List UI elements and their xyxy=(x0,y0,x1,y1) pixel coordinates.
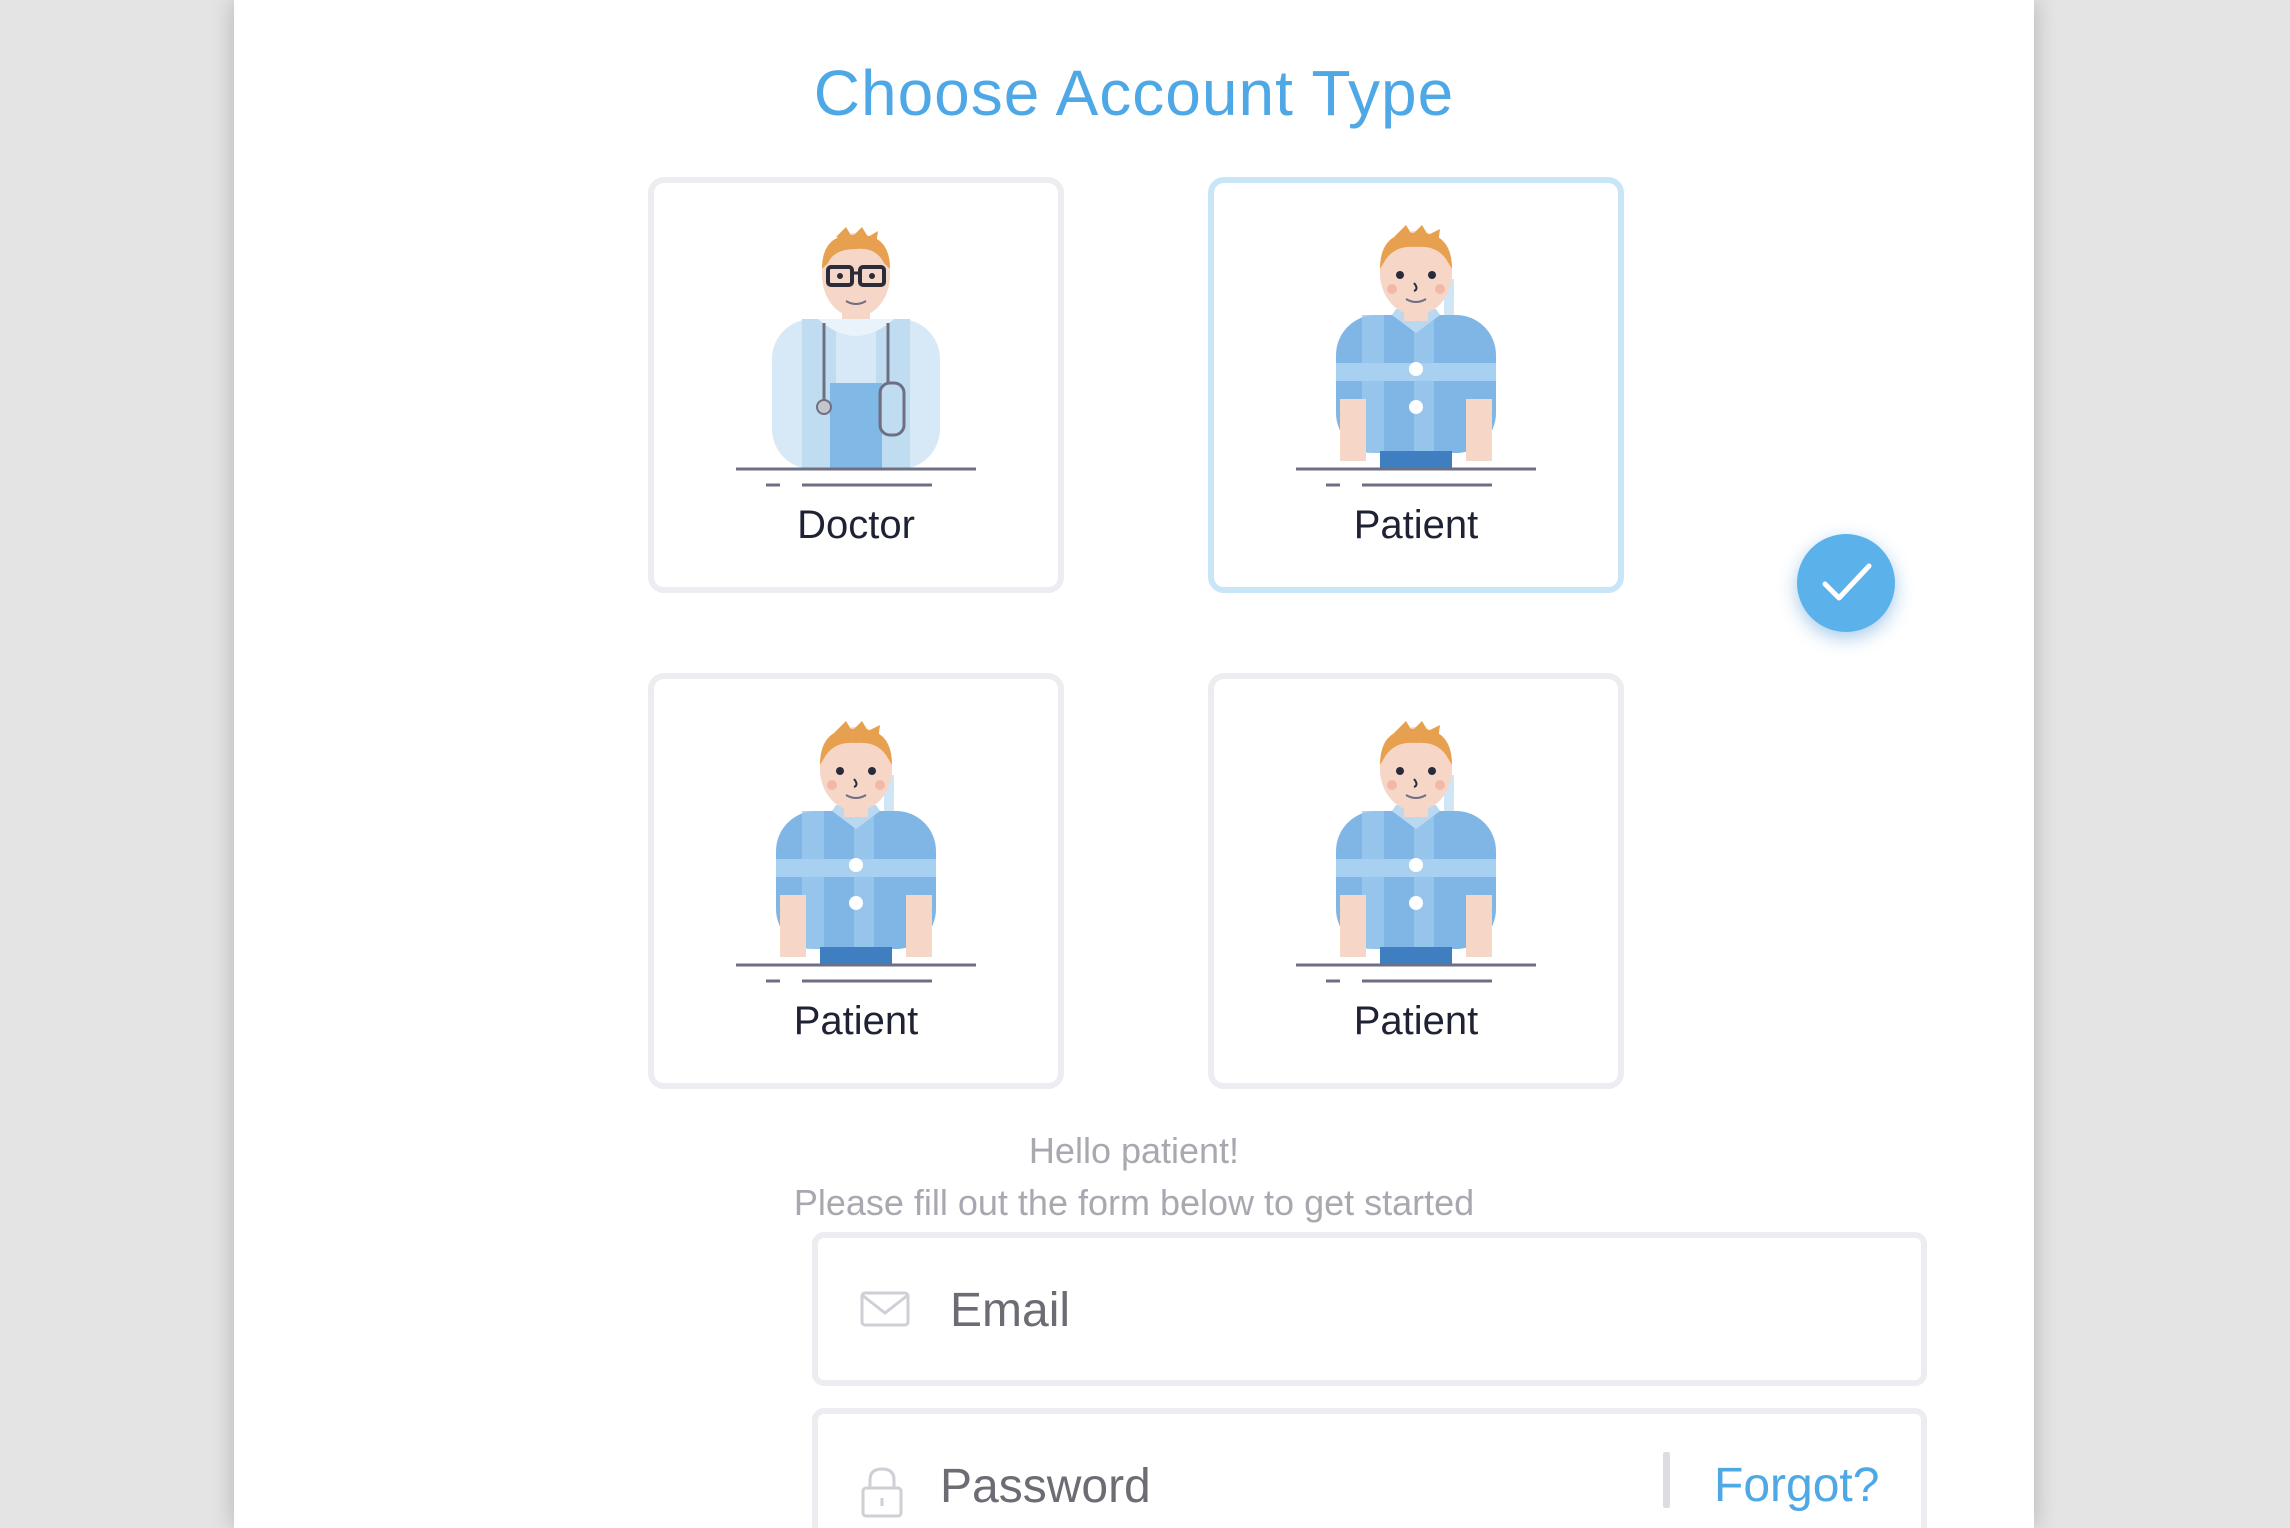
account-type-label: Patient xyxy=(1353,999,1479,1043)
selected-checkmark-badge xyxy=(1797,534,1895,632)
patient-illustration xyxy=(1296,721,1536,983)
account-type-label: Patient xyxy=(793,999,919,1043)
patient-illustration xyxy=(736,721,976,983)
account-type-patient[interactable]: Patient xyxy=(648,673,1064,1089)
signup-card: Choose Account Type Doctor Patient Patie… xyxy=(234,0,2034,1528)
account-type-doctor[interactable]: Doctor xyxy=(648,177,1064,593)
lock-icon xyxy=(861,1467,903,1518)
doctor-illustration xyxy=(736,227,976,487)
email-field[interactable] xyxy=(812,1232,1927,1386)
forgot-password-link[interactable]: Forgot? xyxy=(1714,1458,1879,1513)
account-type-patient-selected[interactable]: Patient xyxy=(1208,177,1624,593)
checkmark-icon xyxy=(1822,563,1872,601)
account-type-patient[interactable]: Patient xyxy=(1208,673,1624,1089)
account-type-label: Patient xyxy=(1353,503,1479,547)
password-input[interactable] xyxy=(938,1448,1642,1524)
email-input[interactable] xyxy=(948,1272,1652,1348)
instruction-text: Please fill out the form below to get st… xyxy=(793,1182,1475,1223)
password-field[interactable]: Forgot? xyxy=(812,1408,1927,1528)
field-divider xyxy=(1663,1452,1670,1508)
account-type-label: Doctor xyxy=(797,503,915,547)
mail-icon xyxy=(860,1291,910,1327)
page-title: Choose Account Type xyxy=(813,57,1455,129)
patient-illustration xyxy=(1296,225,1536,487)
greeting-text: Hello patient! xyxy=(1028,1130,1240,1171)
